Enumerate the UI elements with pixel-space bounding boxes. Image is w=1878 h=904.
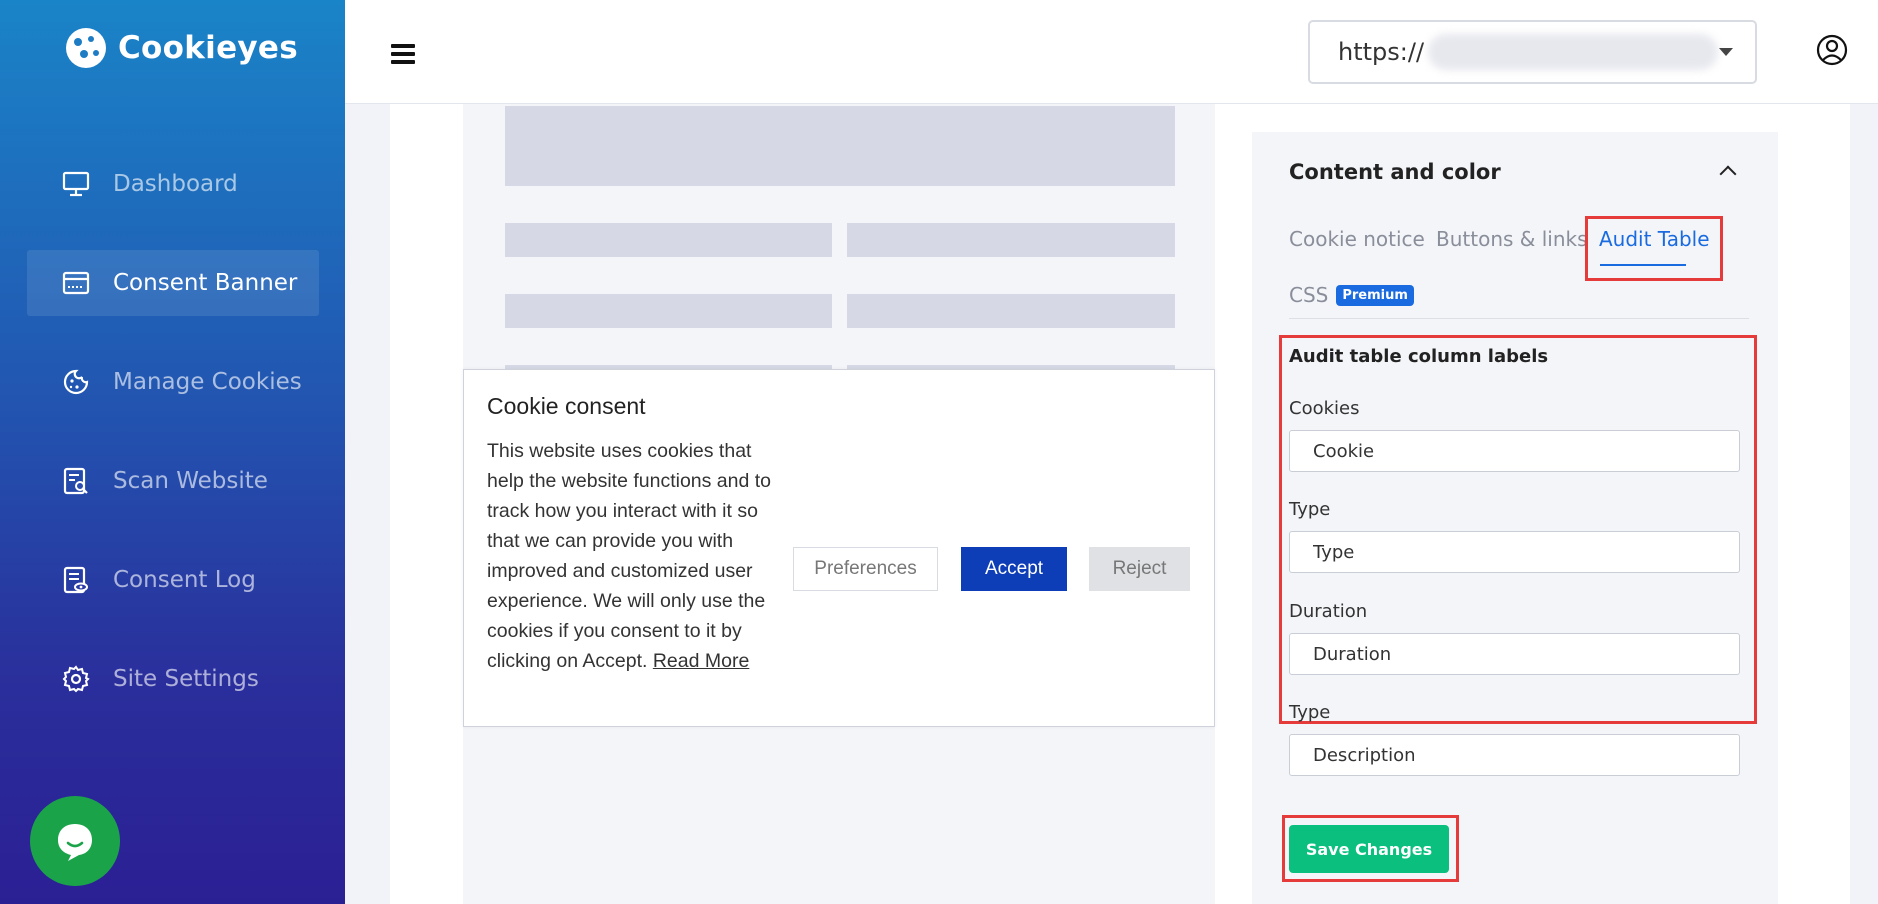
site-url-select[interactable]: https:// [1308, 20, 1757, 84]
accept-button[interactable]: Accept [961, 547, 1067, 591]
caret-down-icon [1719, 48, 1733, 56]
tab-buttons-links[interactable]: Buttons & links [1436, 227, 1588, 251]
type-column-input[interactable] [1289, 531, 1740, 573]
field-label-type: Type [1289, 499, 1331, 520]
sidebar-item-manage-cookies[interactable]: Manage Cookies [27, 349, 319, 415]
browser-window-icon [61, 268, 91, 298]
sidebar-item-consent-log[interactable]: Consent Log [27, 547, 319, 613]
sidebar-item-label: Dashboard [113, 171, 238, 197]
tab-css-label: CSS [1289, 283, 1329, 307]
sidebar-item-label: Site Settings [113, 666, 259, 692]
top-header: https:// [345, 0, 1878, 104]
chat-icon [58, 824, 92, 861]
cookies-column-input[interactable] [1289, 430, 1740, 472]
cookie-consent-banner: Cookie consent This website uses cookies… [463, 369, 1215, 727]
duration-column-input[interactable] [1289, 633, 1740, 675]
skeleton-block [847, 223, 1175, 257]
brand-logo[interactable]: Cookieyes [66, 28, 298, 68]
premium-badge: Premium [1336, 284, 1414, 306]
monitor-icon [61, 169, 91, 199]
preferences-button[interactable]: Preferences [793, 547, 938, 591]
section-title: Audit table column labels [1289, 346, 1549, 367]
panel-title: Content and color [1289, 160, 1501, 184]
skeleton-block [505, 223, 832, 257]
url-prefix: https:// [1338, 38, 1425, 66]
save-changes-button[interactable]: Save Changes [1289, 825, 1449, 873]
document-eye-icon [61, 565, 91, 595]
sidebar-item-dashboard[interactable]: Dashboard [27, 151, 319, 217]
cookie-logo-icon [66, 28, 106, 68]
sidebar-item-label: Scan Website [113, 468, 268, 494]
banner-text: This website uses cookies that help the … [487, 436, 777, 676]
sidebar-item-label: Consent Log [113, 567, 256, 593]
banner-title: Cookie consent [487, 393, 646, 419]
sidebar: Cookieyes Dashboard Consent Banner Manag… [0, 0, 345, 904]
banner-message: This website uses cookies that help the … [487, 440, 772, 672]
field-label-cookies: Cookies [1289, 398, 1360, 419]
cookie-icon [61, 367, 91, 397]
skeleton-block [847, 294, 1175, 328]
skeleton-block [505, 294, 832, 328]
description-column-input[interactable] [1289, 734, 1740, 776]
sidebar-item-scan-website[interactable]: Scan Website [27, 448, 319, 514]
tab-css[interactable]: CSS Premium [1289, 283, 1414, 307]
reject-button[interactable]: Reject [1089, 547, 1190, 591]
highlight-box-tab [1585, 216, 1723, 281]
content-color-panel: Content and color Cookie notice Buttons … [1252, 132, 1778, 904]
chat-button[interactable] [30, 796, 120, 886]
tab-cookie-notice[interactable]: Cookie notice [1289, 227, 1425, 251]
skeleton-block [505, 106, 1175, 186]
hamburger-icon[interactable] [391, 44, 415, 64]
field-label-description: Type [1289, 702, 1331, 723]
gear-icon [61, 664, 91, 694]
brand-name: Cookieyes [118, 30, 298, 66]
redacted-url [1428, 34, 1719, 70]
sidebar-item-label: Manage Cookies [113, 369, 302, 395]
field-label-duration: Duration [1289, 601, 1368, 622]
divider [1289, 318, 1749, 319]
scan-document-icon [61, 466, 91, 496]
sidebar-item-site-settings[interactable]: Site Settings [27, 646, 319, 712]
read-more-link[interactable]: Read More [653, 650, 749, 672]
sidebar-item-consent-banner[interactable]: Consent Banner [27, 250, 319, 316]
sidebar-item-label: Consent Banner [113, 270, 298, 296]
user-icon[interactable] [1816, 34, 1848, 66]
chevron-up-icon[interactable] [1719, 165, 1737, 183]
